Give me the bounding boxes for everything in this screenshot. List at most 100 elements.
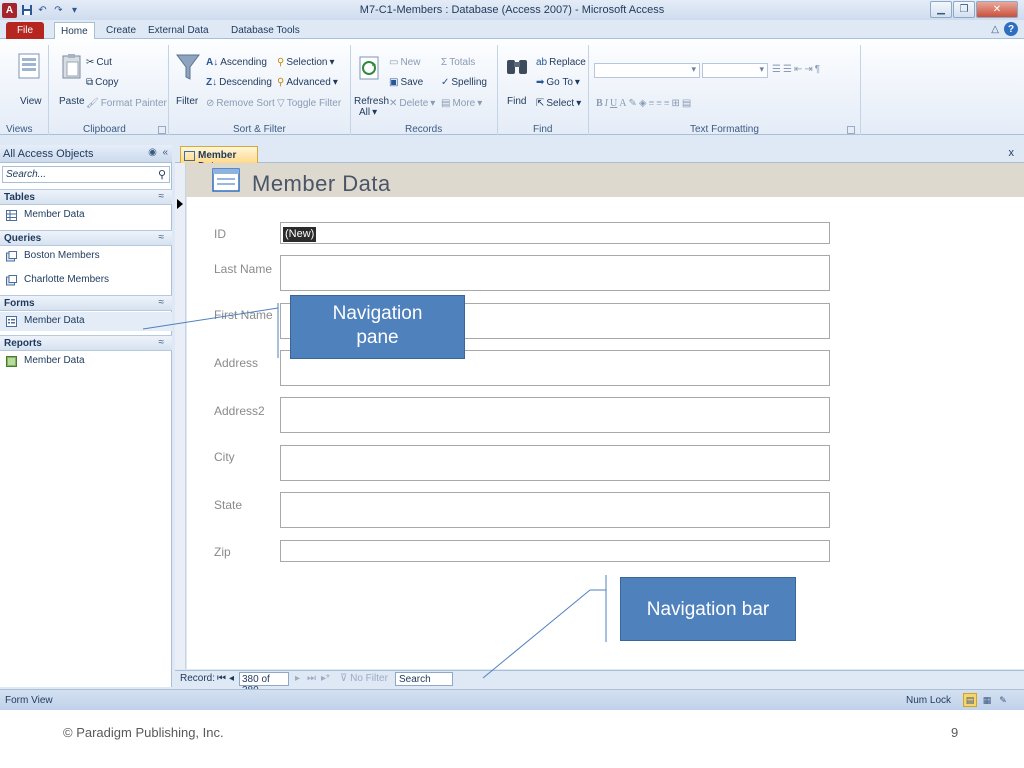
close-document-icon[interactable]: x	[1009, 147, 1015, 159]
font-size-combo[interactable]: ▾	[702, 63, 768, 78]
collapse-chevron-icon[interactable]: ≈	[159, 337, 165, 348]
paragraph-direction-icon[interactable]: ¶	[815, 64, 820, 75]
new-blank-record-icon[interactable]: ▸*	[321, 673, 330, 684]
address2-field[interactable]	[280, 397, 830, 433]
cut-button[interactable]: ✂ Cut	[86, 57, 112, 68]
decrease-indent-icon[interactable]: ⇤	[794, 64, 802, 75]
sort-ascending-button[interactable]: A↓ Ascending	[206, 57, 267, 68]
shutter-bar-close-icon[interactable]: «	[162, 147, 168, 158]
goto-button[interactable]: ➡ Go To ▾	[536, 77, 580, 88]
zip-field[interactable]	[280, 540, 830, 562]
dropdown-arrow-icon: ▾	[574, 77, 580, 88]
record-search-input[interactable]: Search	[395, 672, 453, 686]
filter-indicator[interactable]: ⊽ No Filter	[340, 673, 388, 684]
delete-record-button[interactable]: ✕ Delete ▾	[389, 98, 435, 109]
collapse-chevron-icon[interactable]: ≈	[159, 232, 165, 243]
nav-item-form-member-data[interactable]: Member Data	[0, 312, 172, 331]
binoculars-icon[interactable]	[503, 52, 531, 82]
minimize-button[interactable]: ▁	[930, 1, 952, 18]
align-center-icon[interactable]: ≡	[656, 98, 662, 109]
first-record-icon[interactable]: ⏮	[217, 673, 226, 684]
nav-menu-dropdown-icon[interactable]: ◉	[148, 147, 157, 158]
align-right-icon[interactable]: ≡	[664, 98, 670, 109]
tab-database-tools[interactable]: Database Tools	[225, 22, 306, 39]
clipboard-launcher-icon[interactable]	[158, 126, 166, 134]
text-formatting-launcher-icon[interactable]	[847, 126, 855, 134]
current-record-box[interactable]: 380 of 380	[239, 672, 289, 696]
paste-icon[interactable]	[58, 52, 86, 82]
select-button[interactable]: ⇱ Select ▾	[536, 98, 581, 109]
help-icon[interactable]: ?	[1004, 22, 1018, 36]
nav-category-reports[interactable]: Reports ≈	[0, 335, 172, 351]
tab-file[interactable]: File	[6, 22, 44, 39]
nav-item-query-boston-members[interactable]: Boston Members	[0, 247, 172, 266]
filter-button[interactable]: Filter	[176, 96, 198, 107]
font-color-button[interactable]: A	[619, 98, 626, 109]
save-record-button[interactable]: ▣ Save	[389, 77, 423, 88]
numbering-icon[interactable]: ☰	[783, 64, 792, 75]
refresh-all-sub[interactable]: All ▾	[359, 107, 377, 118]
replace-button[interactable]: ab Replace	[536, 57, 586, 68]
paste-button[interactable]: Paste	[59, 96, 85, 107]
design-view-icon[interactable]: ✎	[996, 693, 1010, 707]
last-record-icon[interactable]: ⏭	[307, 673, 316, 684]
format-painter-button[interactable]: 🖌 Format Painter	[86, 98, 167, 109]
tab-create[interactable]: Create	[100, 22, 142, 39]
collapse-chevron-icon[interactable]: ≈	[159, 297, 165, 308]
id-field[interactable]	[280, 222, 830, 244]
nav-search-input[interactable]: Search... ⚲	[2, 166, 170, 183]
nav-item-table-member-data[interactable]: Member Data	[0, 206, 172, 225]
bold-button[interactable]: B	[596, 98, 603, 109]
nav-pane-header[interactable]: All Access Objects ◉ «	[0, 145, 172, 163]
collapse-chevron-icon[interactable]: ≈	[159, 191, 165, 202]
restore-button[interactable]: ❐	[953, 1, 975, 18]
next-record-icon[interactable]: ▸	[295, 673, 300, 684]
alternate-row-color-icon[interactable]: ▤	[682, 98, 691, 109]
search-icon[interactable]: ⚲	[158, 168, 166, 181]
last-name-field[interactable]	[280, 255, 830, 291]
advanced-button[interactable]: ⚲ Advanced ▾	[277, 77, 338, 88]
tab-external-data[interactable]: External Data	[142, 22, 215, 39]
bullets-icon[interactable]: ☰	[772, 64, 781, 75]
align-left-icon[interactable]: ≡	[649, 98, 655, 109]
more-button[interactable]: ▤ More ▾	[441, 98, 482, 109]
nav-category-queries[interactable]: Queries ≈	[0, 230, 172, 246]
record-selector[interactable]	[175, 163, 186, 669]
copy-button[interactable]: ⧉ Copy	[86, 77, 119, 88]
highlight-icon[interactable]: ✎	[628, 98, 636, 109]
spelling-check-icon: ✓	[441, 77, 450, 88]
minimize-ribbon-icon[interactable]: △	[991, 24, 999, 35]
underline-button[interactable]: U	[610, 98, 617, 109]
nav-item-query-charlotte-members[interactable]: Charlotte Members	[0, 271, 172, 290]
sort-descending-button[interactable]: Z↓ Descending	[206, 77, 272, 88]
layout-view-icon[interactable]: ▦	[980, 693, 994, 707]
new-record-button[interactable]: ▭ New	[389, 57, 420, 68]
remove-sort-button[interactable]: ⊘ Remove Sort	[206, 98, 275, 109]
nav-category-tables[interactable]: Tables ≈	[0, 189, 172, 205]
totals-button[interactable]: Σ Totals	[441, 57, 475, 68]
view-icon[interactable]	[16, 52, 44, 82]
fill-color-icon[interactable]: ◈	[639, 98, 647, 109]
state-field[interactable]	[280, 492, 830, 528]
form-view-icon[interactable]: ▤	[963, 693, 977, 707]
increase-indent-icon[interactable]: ⇥	[804, 64, 812, 75]
tab-home[interactable]: Home	[54, 22, 95, 39]
italic-button[interactable]: I	[605, 98, 608, 109]
city-field[interactable]	[280, 445, 830, 481]
font-name-combo[interactable]: ▾	[594, 63, 700, 78]
filter-funnel-icon[interactable]	[174, 52, 202, 82]
view-button[interactable]: View	[20, 96, 42, 107]
spelling-button[interactable]: ✓ Spelling	[441, 77, 487, 88]
document-tab-member-data[interactable]: Member Data	[180, 146, 258, 172]
refresh-all-button[interactable]: Refresh	[354, 96, 389, 107]
gridlines-icon[interactable]: ⊞	[672, 98, 680, 109]
selection-filter-icon: ⚲	[277, 57, 285, 68]
nav-item-report-member-data[interactable]: Member Data	[0, 352, 172, 371]
find-button[interactable]: Find	[507, 96, 526, 107]
selection-button[interactable]: ⚲ Selection ▾	[277, 57, 335, 68]
close-window-button[interactable]: ✕	[976, 1, 1018, 18]
nav-category-forms[interactable]: Forms ≈	[0, 295, 172, 311]
toggle-filter-button[interactable]: ▽ Toggle Filter	[277, 98, 341, 109]
previous-record-icon[interactable]: ◂	[229, 673, 234, 684]
refresh-icon[interactable]	[356, 54, 384, 84]
